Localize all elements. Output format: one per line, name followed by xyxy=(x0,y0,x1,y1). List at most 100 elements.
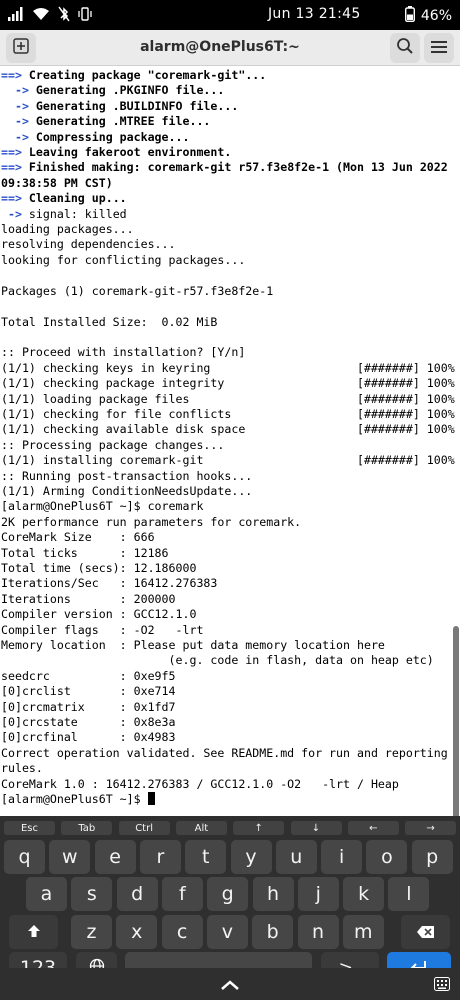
function-key[interactable]: ↑ xyxy=(233,821,285,835)
letter-key[interactable]: c xyxy=(161,915,203,949)
status-icons-left xyxy=(8,6,92,26)
terminal-line-text: 2K performance run parameters for corema… xyxy=(1,514,302,529)
terminal-line-text: Total Installed Size: 0.02 MiB xyxy=(1,314,218,329)
terminal-line-text: [0]crcmatrix : 0x1fd7 xyxy=(1,699,176,714)
terminal-line: CoreMark 1.0 : 16412.276383 / GCC12.1.0 … xyxy=(1,777,399,791)
terminal-line-text: CoreMark Size : 666 xyxy=(1,530,155,545)
letter-key[interactable]: x xyxy=(116,915,158,949)
terminal-line-text: looking for conflicting packages... xyxy=(1,252,246,267)
terminal-scrollbar[interactable] xyxy=(453,626,459,816)
new-tab-button[interactable] xyxy=(6,33,36,63)
terminal-line-text: loading packages... xyxy=(1,222,134,237)
function-key[interactable]: ← xyxy=(347,821,399,835)
terminal-line-text: (1/1) Arming ConditionNeedsUpdate... xyxy=(1,483,253,498)
terminal-line: Total ticks : 12186 xyxy=(1,546,169,560)
terminal-line-text: signal: killed xyxy=(21,206,127,221)
letter-key[interactable]: l xyxy=(388,877,430,911)
terminal-line: (1/1) checking available disk space [###… xyxy=(1,422,455,436)
letter-key[interactable]: k xyxy=(343,877,385,911)
function-key[interactable]: Alt xyxy=(175,821,227,835)
terminal-header: alarm@OnePlus6T:~ xyxy=(0,30,460,66)
terminal-line: [alarm@OnePlus6T ~]$ coremark xyxy=(1,499,203,513)
letter-key[interactable]: m xyxy=(342,915,384,949)
terminal-text: ==> Creating package "coremark-git"... -… xyxy=(0,66,460,808)
letter-key[interactable]: w xyxy=(49,840,91,874)
terminal-line-text: Compressing package... xyxy=(28,129,190,144)
search-button[interactable] xyxy=(390,33,420,63)
letter-key[interactable]: a xyxy=(26,877,67,911)
letter-key[interactable]: n xyxy=(297,915,339,949)
letter-key[interactable]: h xyxy=(252,877,294,911)
terminal-line-text: seedcrc : 0xe9f5 xyxy=(1,668,176,683)
terminal-line: seedcrc : 0xe9f5 xyxy=(1,669,176,683)
letter-key[interactable]: v xyxy=(206,915,248,949)
shift-key[interactable] xyxy=(9,915,58,949)
window-title: alarm@OnePlus6T:~ xyxy=(140,39,300,55)
signal-icon xyxy=(8,7,24,25)
letter-key[interactable]: p xyxy=(411,840,453,874)
letter-key[interactable]: b xyxy=(252,915,294,949)
terminal-line-text: CoreMark 1.0 : 16412.276383 / GCC12.1.0 … xyxy=(1,776,399,791)
terminal-line-text: [0]crclist : 0xe714 xyxy=(1,684,176,699)
terminal-line: Iterations : 200000 xyxy=(1,592,176,606)
terminal-line-text: resolving dependencies... xyxy=(1,237,176,252)
terminal-line: [0]crclist : 0xe714 xyxy=(1,684,176,698)
function-key[interactable]: → xyxy=(405,821,457,835)
letter-key[interactable]: i xyxy=(321,840,363,874)
letter-key[interactable]: u xyxy=(275,840,317,874)
terminal-line: ==> Creating package "coremark-git"... xyxy=(1,68,266,82)
terminal-line: (1/1) Arming ConditionNeedsUpdate... xyxy=(1,484,252,498)
terminal-line-text: :: Running post-transaction hooks... xyxy=(1,468,253,483)
terminal-output[interactable]: ==> Creating package "coremark-git"... -… xyxy=(0,66,460,816)
key-row-2: asdfghjkl xyxy=(0,877,460,913)
terminal-line: (1/1) checking for file conflicts [#####… xyxy=(1,407,455,421)
menu-button[interactable] xyxy=(424,33,454,63)
vibrate-icon xyxy=(78,7,92,25)
terminal-line: (1/1) checking keys in keyring [#######]… xyxy=(1,361,455,375)
letter-key[interactable]: y xyxy=(230,840,272,874)
terminal-line: [0]crcstate : 0x8e3a xyxy=(1,715,176,729)
terminal-line-text: [alarm@OnePlus6T ~]$ coremark xyxy=(1,499,204,514)
letter-key[interactable]: g xyxy=(207,877,249,911)
letter-key[interactable]: j xyxy=(297,877,339,911)
letter-key[interactable]: f xyxy=(161,877,203,911)
terminal-line-text: [0]crcfinal : 0x4983 xyxy=(1,730,176,745)
terminal-line-text: (1/1) checking available disk space [###… xyxy=(1,422,455,437)
terminal-line-text: Total time (secs): 12.186000 xyxy=(1,561,197,575)
build-marker: -> xyxy=(1,206,22,221)
function-key[interactable]: Esc xyxy=(4,821,55,835)
backspace-icon xyxy=(416,921,435,943)
function-key[interactable]: Tab xyxy=(61,821,113,835)
terminal-line: Compiler version : GCC12.1.0 xyxy=(1,607,196,621)
terminal-line: :: Running post-transaction hooks... xyxy=(1,469,252,483)
hide-keyboard-button[interactable] xyxy=(218,974,242,994)
letter-key[interactable]: o xyxy=(366,840,408,874)
terminal-line-text: Memory location : Please put data memory… xyxy=(1,638,385,653)
backspace-key[interactable] xyxy=(401,915,450,949)
terminal-line-text: (e.g. code in flash, data on heap etc) xyxy=(1,653,434,668)
terminal-line-text: rules. xyxy=(1,761,43,776)
terminal-line: ==> Cleaning up... xyxy=(1,191,127,205)
key-row-3: zxcvbnm xyxy=(0,915,460,951)
letter-key[interactable]: e xyxy=(94,840,136,874)
letter-key[interactable]: d xyxy=(116,877,158,911)
function-key[interactable]: ↓ xyxy=(290,821,342,835)
terminal-line-text: Iterations/Sec : 16412.276383 xyxy=(1,576,218,591)
terminal-line: (1/1) installing coremark-git [#######] … xyxy=(1,453,455,467)
function-key[interactable]: Ctrl xyxy=(118,821,170,835)
terminal-line-text: Compiler version : GCC12.1.0 xyxy=(1,607,197,622)
build-marker: ==> xyxy=(1,68,22,82)
letter-key[interactable]: z xyxy=(71,915,112,949)
terminal-line: -> Generating .MTREE file... xyxy=(1,114,210,128)
terminal-line-text: Compiler flags : -O2 -lrt xyxy=(1,622,204,637)
build-marker: ==> xyxy=(1,145,22,160)
terminal-line-text: Finished making: coremark-git r57.f3e8f2… xyxy=(21,160,448,175)
letter-key[interactable]: q xyxy=(4,840,45,874)
letter-key[interactable]: t xyxy=(185,840,227,874)
keyboard-switch-button[interactable] xyxy=(434,976,452,992)
letter-key[interactable]: s xyxy=(71,877,113,911)
terminal-line: -> signal: killed xyxy=(1,207,127,221)
letter-key[interactable]: r xyxy=(139,840,181,874)
text-cursor xyxy=(147,792,155,806)
function-key-row: Esc Tab Ctrl Alt ↑ ↓ ← → xyxy=(0,821,460,837)
